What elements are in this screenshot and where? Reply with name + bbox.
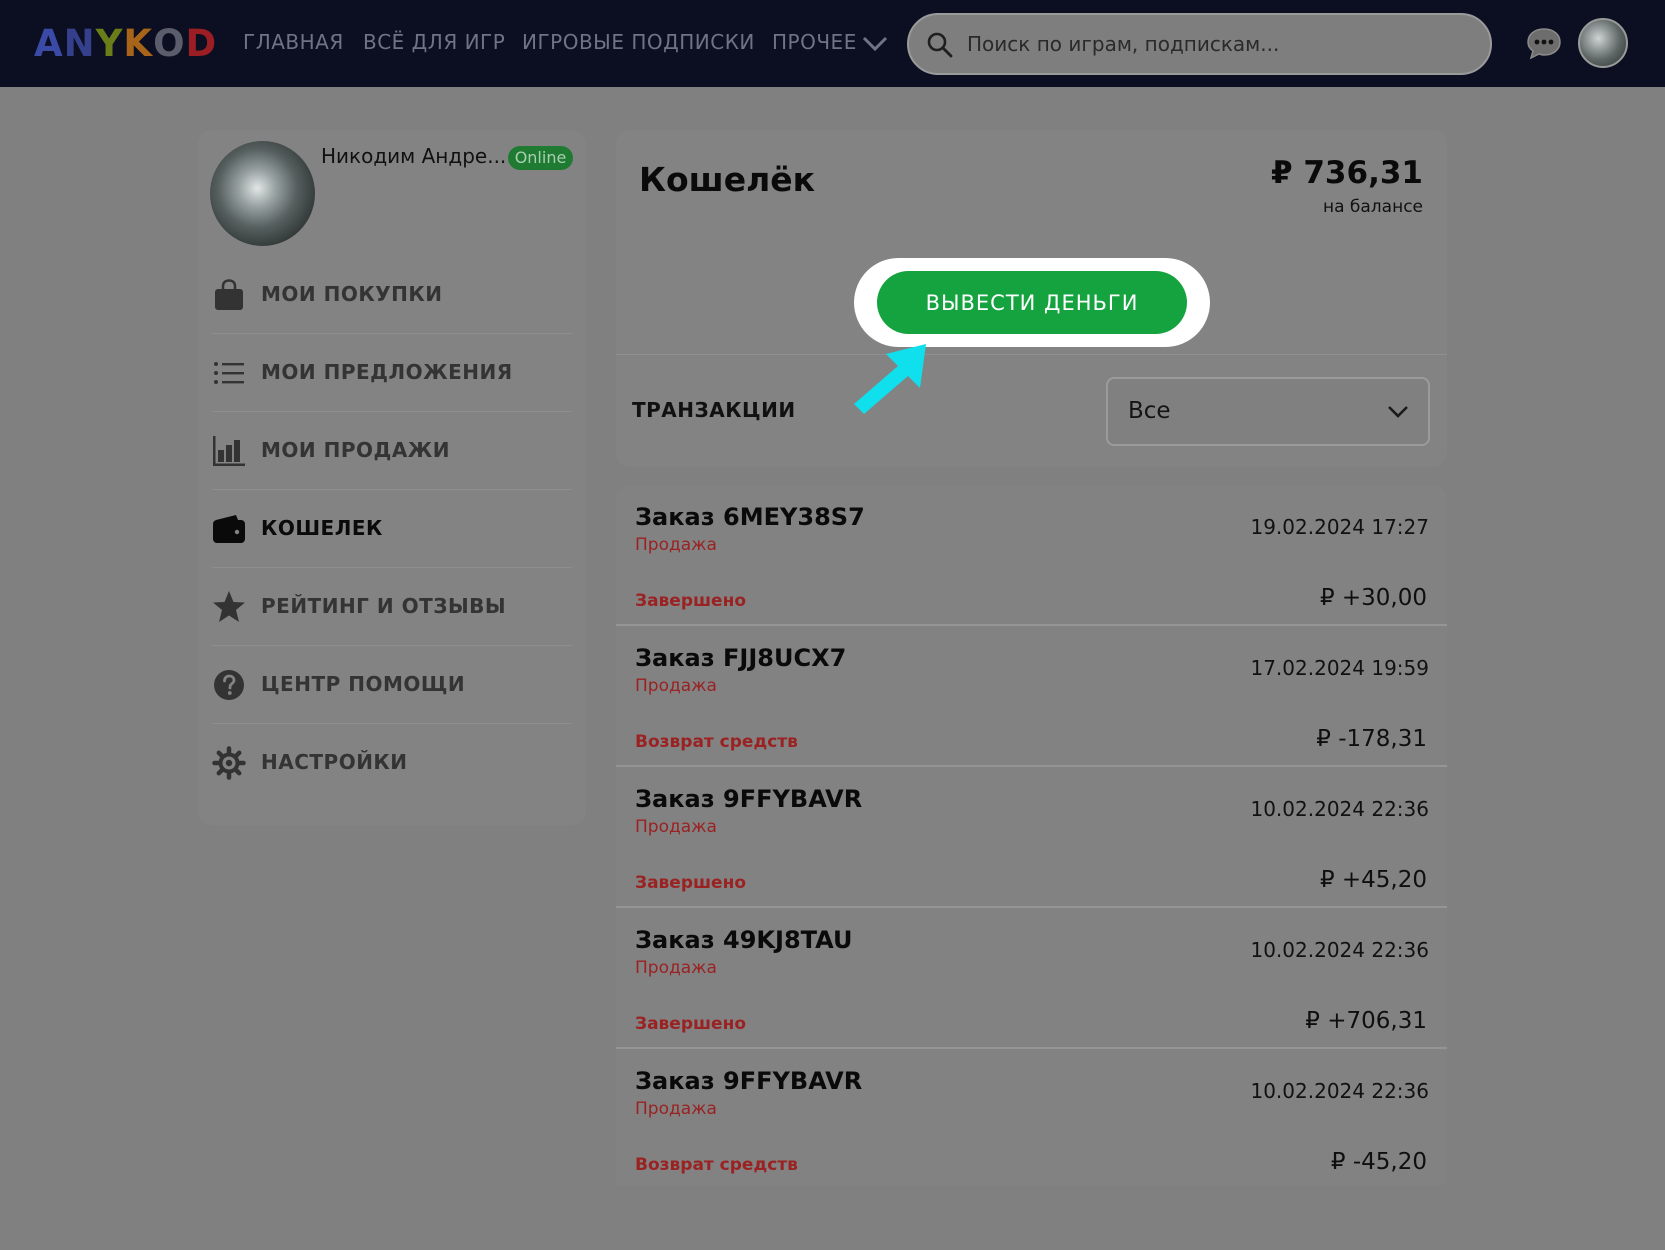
sidebar-item-sales[interactable]: МОИ ПРОДАЖИ [212, 412, 572, 490]
nav-more-link[interactable]: ПРОЧЕЕ [772, 30, 857, 54]
star-icon [213, 591, 245, 622]
transaction-row[interactable]: Заказ 9FFYBAVR Продажа 10.02.2024 22:36 … [616, 767, 1447, 908]
chat-bubble-icon[interactable] [1526, 26, 1562, 60]
chevron-down-icon [1388, 406, 1408, 418]
transaction-amount: ₽ +706,31 [1305, 1008, 1427, 1034]
transaction-amount: ₽ -178,31 [1316, 726, 1427, 752]
sidebar-item-offers[interactable]: МОИ ПРЕДЛОЖЕНИЯ [212, 334, 572, 412]
transaction-status: Завершено [635, 591, 747, 611]
logo-letter: K [123, 22, 154, 65]
order-number[interactable]: Заказ FJJ8UCX7 [635, 644, 846, 672]
transaction-row[interactable]: Заказ 9FFYBAVR Продажа 10.02.2024 22:36 … [616, 1049, 1447, 1185]
search-bar[interactable] [907, 13, 1492, 75]
sidebar-item-label: МОИ ПРЕДЛОЖЕНИЯ [261, 360, 513, 384]
page-title: Кошелёк [639, 160, 816, 199]
online-status-badge: Online [508, 146, 573, 170]
transaction-status: Возврат средств [635, 1155, 798, 1175]
transaction-date: 17.02.2024 19:59 [1250, 656, 1429, 680]
transaction-type: Продажа [635, 1099, 717, 1119]
sidebar-item-label: РЕЙТИНГ И ОТЗЫВЫ [261, 594, 507, 618]
balance-amount: ₽ 736,31 [1271, 155, 1423, 191]
transaction-amount: ₽ +30,00 [1319, 585, 1427, 611]
bar-chart-icon [213, 436, 245, 466]
sidebar-item-purchases[interactable]: МОИ ПОКУПКИ [212, 256, 572, 334]
transaction-date: 10.02.2024 22:36 [1250, 1079, 1429, 1103]
search-input[interactable] [967, 27, 1467, 61]
account-sidebar: Никодим Андре... Online МОИ ПОКУПКИ МОИ … [198, 130, 586, 825]
transaction-date: 10.02.2024 22:36 [1250, 938, 1429, 962]
transaction-date: 19.02.2024 17:27 [1250, 515, 1429, 539]
profile-name[interactable]: Никодим Андре... [321, 144, 506, 168]
sidebar-item-settings[interactable]: НАСТРОЙКИ [212, 724, 572, 802]
top-navigation-bar: ANYKOD ГЛАВНАЯ ВСЁ ДЛЯ ИГР ИГРОВЫЕ ПОДПИ… [0, 0, 1665, 87]
transaction-type: Продажа [635, 817, 717, 837]
list-icon [214, 362, 244, 384]
wallet-icon [213, 515, 245, 543]
logo-letter: A [34, 22, 64, 65]
transaction-amount: ₽ -45,20 [1330, 1149, 1427, 1175]
arrow-pointer-icon [854, 344, 926, 414]
profile-avatar[interactable] [210, 141, 315, 246]
order-number[interactable]: Заказ 49KJ8TAU [635, 926, 853, 954]
transactions-list: Заказ 6MEY38S7 Продажа 19.02.2024 17:27 … [616, 485, 1447, 1185]
logo-letter: Y [95, 22, 124, 65]
order-number[interactable]: Заказ 9FFYBAVR [635, 1067, 862, 1095]
transaction-row[interactable]: Заказ FJJ8UCX7 Продажа 17.02.2024 19:59 … [616, 626, 1447, 767]
transaction-status: Завершено [635, 873, 747, 893]
shopping-bag-icon [215, 279, 243, 310]
withdraw-button[interactable]: ВЫВЕСТИ ДЕНЬГИ [877, 271, 1187, 334]
sidebar-item-help[interactable]: ЦЕНТР ПОМОЩИ [212, 646, 572, 724]
transaction-type: Продажа [635, 676, 717, 696]
divider [616, 354, 1447, 355]
transaction-row[interactable]: Заказ 6MEY38S7 Продажа 19.02.2024 17:27 … [616, 485, 1447, 626]
transactions-heading: ТРАНЗАКЦИИ [632, 398, 796, 422]
sidebar-item-label: КОШЕЛЕК [261, 516, 383, 540]
wallet-card: Кошелёк ₽ 736,31 на балансе ВЫВЕСТИ ДЕНЬ… [616, 130, 1447, 467]
transaction-status: Возврат средств [635, 732, 798, 752]
nav-home-link[interactable]: ГЛАВНАЯ [243, 30, 344, 54]
transaction-type: Продажа [635, 958, 717, 978]
gear-icon [212, 746, 246, 780]
balance-caption: на балансе [1322, 197, 1423, 217]
logo-letter: N [63, 22, 96, 65]
sidebar-item-label: НАСТРОЙКИ [261, 750, 408, 774]
nav-games-link[interactable]: ВСЁ ДЛЯ ИГР [363, 30, 505, 54]
transaction-filter-select[interactable]: Все [1106, 377, 1430, 446]
order-number[interactable]: Заказ 6MEY38S7 [635, 503, 865, 531]
brand-logo[interactable]: ANYKOD [34, 22, 217, 65]
filter-selected-value: Все [1128, 398, 1171, 424]
user-avatar[interactable] [1578, 18, 1628, 68]
question-icon [214, 670, 244, 700]
search-icon [927, 32, 953, 58]
transaction-type: Продажа [635, 535, 717, 555]
sidebar-item-label: ЦЕНТР ПОМОЩИ [261, 672, 466, 696]
transaction-date: 10.02.2024 22:36 [1250, 797, 1429, 821]
transaction-row[interactable]: Заказ 49KJ8TAU Продажа 10.02.2024 22:36 … [616, 908, 1447, 1049]
transaction-status: Завершено [635, 1014, 747, 1034]
chevron-down-icon[interactable] [861, 33, 889, 53]
logo-letter: D [185, 22, 218, 65]
sidebar-item-label: МОИ ПОКУПКИ [261, 282, 443, 306]
sidebar-item-label: МОИ ПРОДАЖИ [261, 438, 451, 462]
transaction-amount: ₽ +45,20 [1319, 867, 1427, 893]
sidebar-item-wallet[interactable]: КОШЕЛЕК [212, 490, 572, 568]
sidebar-item-reviews[interactable]: РЕЙТИНГ И ОТЗЫВЫ [212, 568, 572, 646]
nav-subscriptions-link[interactable]: ИГРОВЫЕ ПОДПИСКИ [522, 30, 755, 54]
order-number[interactable]: Заказ 9FFYBAVR [635, 785, 862, 813]
logo-letter: O [153, 22, 186, 65]
